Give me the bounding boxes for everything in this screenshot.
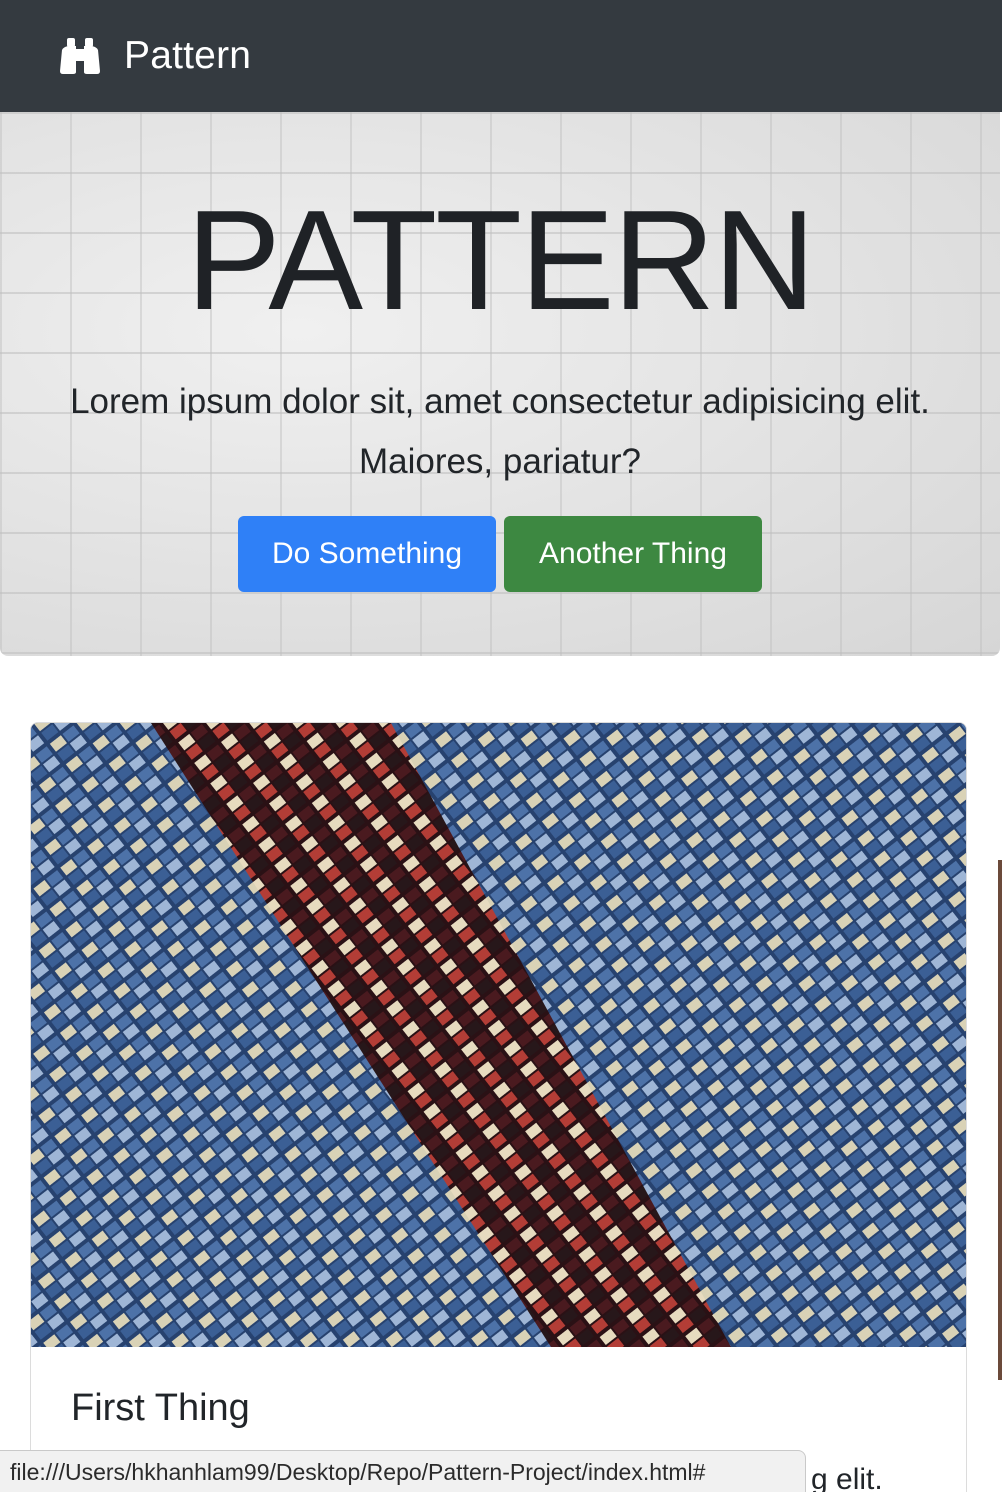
adjacent-card-edge [998, 860, 1002, 1380]
building-facade-image [31, 723, 966, 1347]
binoculars-icon [58, 36, 102, 76]
card-text: g elit. [811, 1463, 883, 1492]
card-first-thing: First Thing g elit. [30, 722, 967, 1492]
card-title: First Thing [71, 1387, 250, 1429]
top-navbar: Pattern [0, 0, 1002, 112]
another-thing-button[interactable]: Another Thing [504, 516, 762, 592]
hero-jumbotron: PATTERN Lorem ipsum dolor sit, amet cons… [0, 112, 1000, 656]
hero-buttons: Do Something Another Thing [0, 516, 1000, 592]
hero-title: PATTERN [186, 181, 816, 340]
do-something-button[interactable]: Do Something [238, 516, 496, 592]
navbar-brand-label: Pattern [124, 34, 252, 77]
navbar-brand[interactable]: Pattern [58, 34, 251, 78]
hero-lead: Lorem ipsum dolor sit, amet consectetur … [70, 382, 930, 481]
browser-status-bar: file:///Users/hkhanhlam99/Desktop/Repo/P… [0, 1450, 806, 1492]
